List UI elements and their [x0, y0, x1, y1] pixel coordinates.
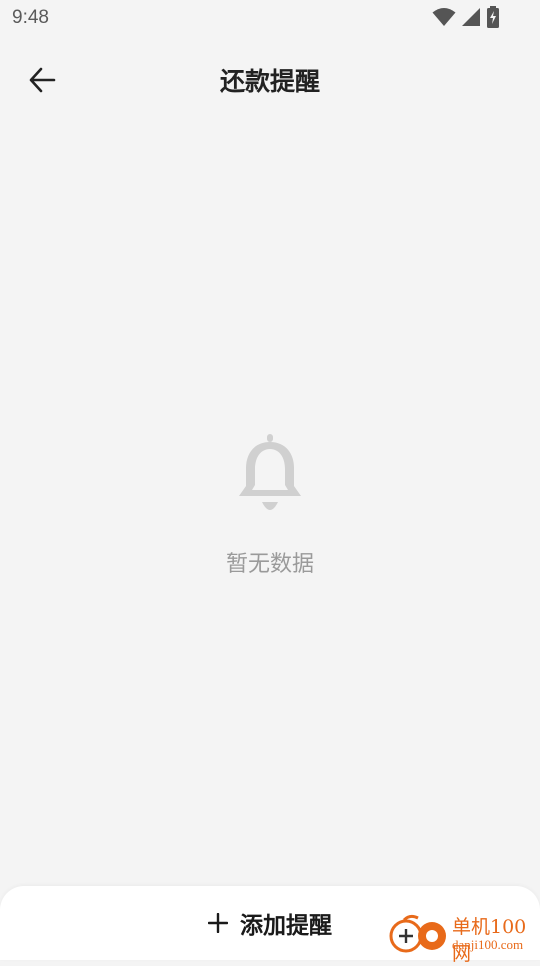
cell-signal-icon [462, 8, 480, 26]
header: 还款提醒 [0, 48, 540, 110]
empty-state: 暂无数据 [0, 434, 540, 578]
plus-icon [208, 913, 228, 933]
wifi-icon [432, 8, 456, 26]
watermark-logo [389, 914, 446, 953]
bell-icon [239, 434, 301, 510]
watermark: 单机100网 danji100.com [388, 910, 538, 965]
page-title: 还款提醒 [219, 67, 320, 96]
watermark-domain: danji100.com [452, 937, 524, 952]
battery-charging-icon [487, 6, 499, 28]
add-reminder-label: 添加提醒 [240, 913, 332, 939]
status-time: 9:48 [12, 7, 49, 28]
empty-message: 暂无数据 [225, 552, 314, 577]
status-icons [432, 6, 500, 28]
status-bar: 9:48 [0, 0, 540, 36]
add-reminder-button[interactable]: 添加提醒 [170, 900, 370, 946]
